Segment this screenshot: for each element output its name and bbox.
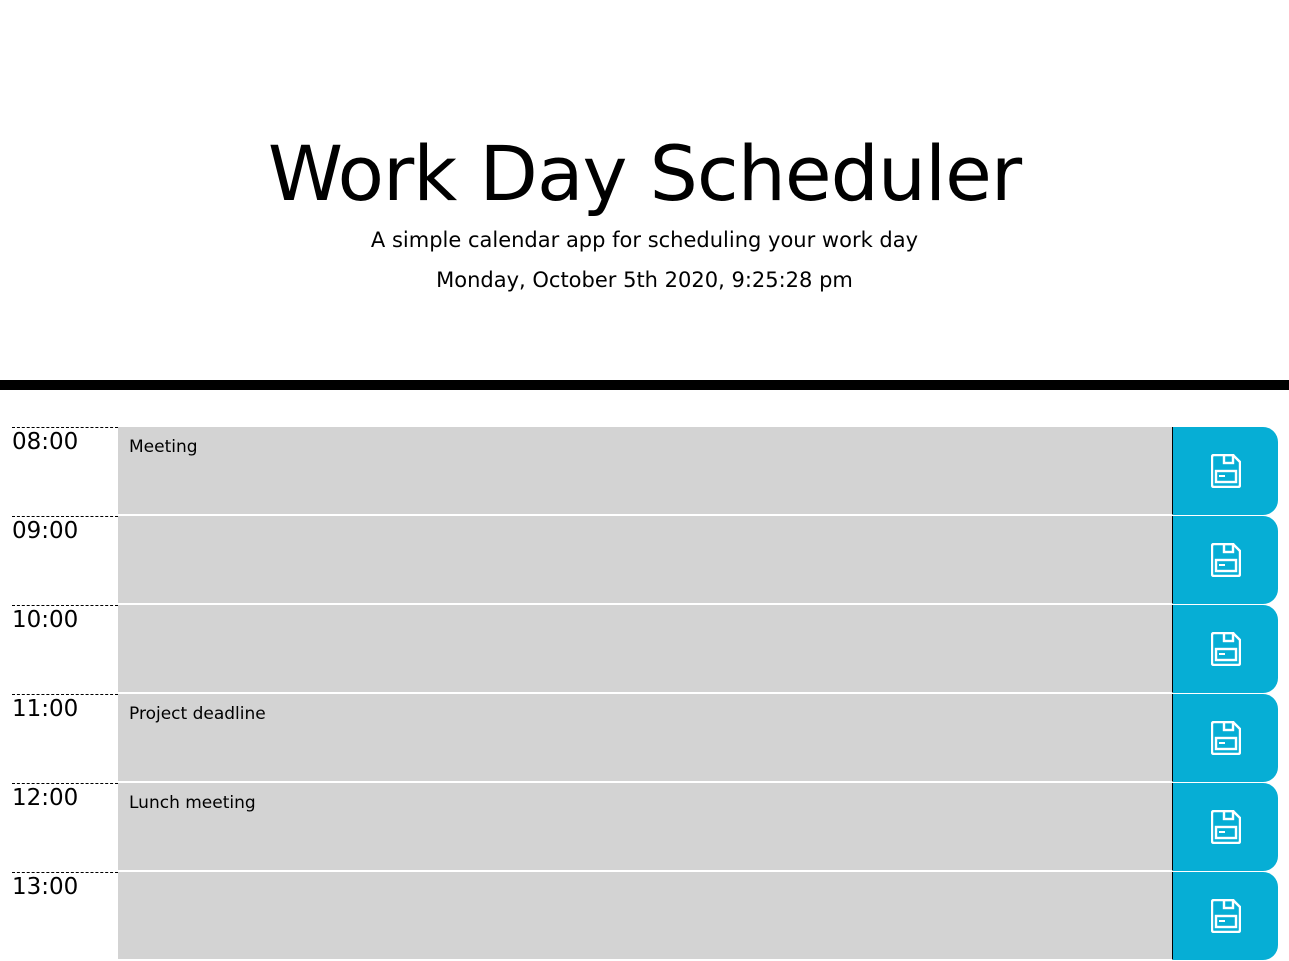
event-description-input[interactable]: Project deadline [118, 694, 1173, 782]
time-block-1100: 11:00 Project deadline [0, 694, 1289, 783]
time-block-0800: 08:00 Meeting [0, 427, 1289, 516]
hour-label: 12:00 [12, 783, 118, 871]
save-icon [1210, 632, 1241, 666]
save-button[interactable] [1173, 872, 1278, 960]
save-button[interactable] [1173, 783, 1278, 871]
hour-label: 09:00 [12, 516, 118, 604]
header-divider [0, 380, 1289, 390]
save-button[interactable] [1173, 605, 1278, 693]
time-block-1000: 10:00 [0, 605, 1289, 694]
event-description-input[interactable]: Meeting [118, 427, 1173, 515]
hour-label: 11:00 [12, 694, 118, 782]
save-button[interactable] [1173, 427, 1278, 515]
current-datetime: Monday, October 5th 2020, 9:25:28 pm [436, 268, 853, 292]
hour-label: 10:00 [12, 605, 118, 693]
header: Work Day Scheduler A simple calendar app… [0, 0, 1289, 380]
time-block-1300: 13:00 [0, 872, 1289, 961]
save-button[interactable] [1173, 516, 1278, 604]
save-icon [1210, 721, 1241, 755]
save-button[interactable] [1173, 694, 1278, 782]
event-description-input[interactable] [118, 516, 1173, 604]
page-subtitle: A simple calendar app for scheduling you… [370, 228, 919, 252]
hour-label: 13:00 [12, 872, 118, 960]
save-icon [1210, 899, 1241, 933]
schedule-container: 08:00 Meeting 09:00 10:00 11:00 Project … [0, 427, 1289, 961]
save-icon [1210, 454, 1241, 488]
save-icon [1210, 810, 1241, 844]
event-description-input[interactable] [118, 872, 1173, 960]
time-block-1200: 12:00 Lunch meeting [0, 783, 1289, 872]
hour-label: 08:00 [12, 427, 118, 515]
save-icon [1210, 543, 1241, 577]
page-title: Work Day Scheduler [267, 129, 1022, 218]
time-block-0900: 09:00 [0, 516, 1289, 605]
event-description-input[interactable]: Lunch meeting [118, 783, 1173, 871]
event-description-input[interactable] [118, 605, 1173, 693]
